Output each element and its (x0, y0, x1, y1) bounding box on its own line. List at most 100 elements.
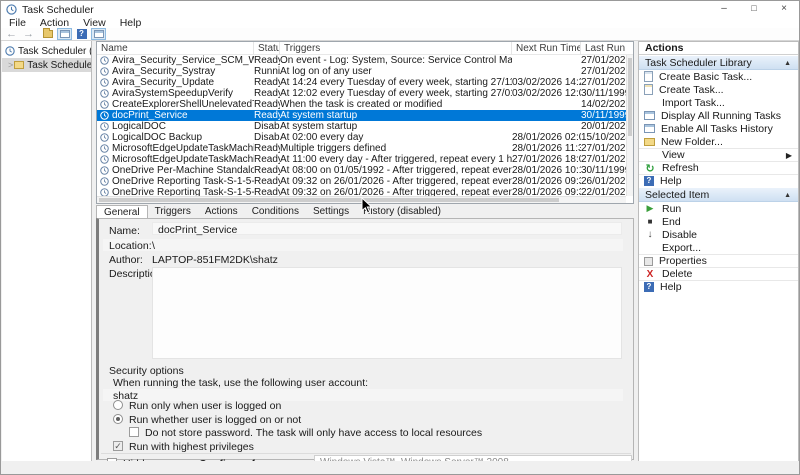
close-button[interactable]: × (769, 1, 799, 18)
action-item-create-task[interactable]: Create Task... (639, 83, 798, 96)
tab-settings[interactable]: Settings (306, 205, 356, 218)
task-last-run: 26/01/2026 16:53: (581, 176, 627, 187)
task-next-run: 28/01/2026 02:00:00 (512, 132, 581, 143)
task-row-logicaldoc-backup[interactable]: LogicalDOC Backup Disabled At 02:00 ever… (97, 132, 633, 143)
delete-icon: X (644, 269, 656, 280)
task-triggers: At system startup (280, 110, 512, 121)
actions-title: Actions (639, 42, 798, 55)
task-row-avira-security-update[interactable]: Avira_Security_Update Ready At 14:24 eve… (97, 77, 633, 88)
action-item-display-all-running-tasks[interactable]: Display All Running Tasks (639, 109, 798, 122)
vertical-scrollbar[interactable] (626, 55, 633, 196)
expander-icon[interactable]: > (8, 60, 13, 70)
task-status: Ready (254, 165, 280, 176)
detail-tabs: GeneralTriggersActionsConditionsSettings… (96, 205, 448, 218)
action-item-run[interactable]: ▶ Run (639, 202, 798, 215)
tab-general[interactable]: General (96, 205, 148, 218)
task-last-run: 30/11/1999 00:00: (581, 165, 627, 176)
collapse-icon[interactable]: ▲ (784, 56, 791, 71)
action-item-create-basic-task[interactable]: Create Basic Task... (639, 70, 798, 83)
task-row-onedrive-per-machine-standalone-update-t[interactable]: OneDrive Per-Machine Standalone Update T… (97, 165, 633, 176)
task-triggers: At 02:00 every day (280, 132, 512, 143)
help-icon: ? (644, 176, 654, 186)
task-name: Avira_Security_Service_SCM_Watchdog (112, 55, 254, 66)
task-triggers: At 11:00 every day - After triggered, re… (280, 154, 512, 165)
action-item-new-folder[interactable]: New Folder... (639, 135, 798, 148)
action-item-help[interactable]: ? Help (639, 174, 798, 187)
task-triggers: At 12:02 every Tuesday of every week, st… (280, 88, 512, 99)
column-header-last-run-time[interactable]: Last Run Time (581, 42, 627, 55)
end-icon: ■ (644, 216, 656, 227)
author-label: Author: (109, 254, 143, 266)
scrollbar-thumb[interactable] (628, 58, 632, 136)
action-item-disable[interactable]: ↓ Disable (639, 228, 798, 241)
help-button[interactable]: ? (74, 28, 89, 40)
collapse-icon[interactable]: ▲ (784, 188, 791, 203)
tab-triggers[interactable]: Triggers (148, 205, 198, 218)
task-row-createexplorershellunelevatedtask[interactable]: CreateExplorerShellUnelevatedTask Ready … (97, 99, 633, 110)
radio-run-whether-label: Run whether user is logged on or not (129, 414, 301, 426)
show-console-tree-button[interactable] (40, 28, 55, 40)
actions-section-task-scheduler-library[interactable]: Task Scheduler Library▲ (639, 55, 798, 70)
task-name: MicrosoftEdgeUpdateTaskMachineUA (112, 154, 254, 165)
tree-item-library[interactable]: > Task Scheduler Library (2, 58, 91, 72)
action-item-delete[interactable]: X Delete (639, 267, 798, 280)
mouse-cursor (361, 197, 373, 218)
action-pane-icon (94, 30, 104, 38)
action-item-import-task[interactable]: Import Task... (639, 96, 798, 109)
description-field[interactable] (152, 267, 622, 359)
task-triggers: Multiple triggers defined (280, 143, 512, 154)
actions-section-selected-item[interactable]: Selected Item▲ (639, 187, 798, 202)
column-header-triggers[interactable]: Triggers (280, 42, 512, 55)
checkbox-no-password[interactable] (129, 427, 139, 437)
scrollbar-thumb[interactable] (99, 198, 559, 202)
action-item-refresh[interactable]: ↻ Refresh (639, 161, 798, 174)
task-row-avirasystemspeedupverify[interactable]: AviraSystemSpeedupVerify Ready At 12:02 … (97, 88, 633, 99)
radio-run-only-logged-on[interactable] (113, 400, 123, 410)
tab-actions[interactable]: Actions (198, 205, 245, 218)
task-row-docprint-service[interactable]: docPrint_Service Ready At system startup… (97, 110, 633, 121)
props-icon (644, 257, 653, 266)
back-arrow-icon[interactable]: ← (6, 29, 17, 39)
task-row-microsoftedgeupdatetaskmachinecore[interactable]: MicrosoftEdgeUpdateTaskMachineCore Ready… (97, 143, 633, 154)
detail-pane: GeneralTriggersActionsConditionsSettings… (96, 205, 634, 460)
column-header-name[interactable]: Name (97, 42, 254, 55)
tree-item-root[interactable]: Task Scheduler (Local) (2, 44, 91, 58)
radio-run-only-label: Run only when user is logged on (129, 400, 281, 412)
task-name: CreateExplorerShellUnelevatedTask (112, 99, 254, 110)
forward-arrow-icon[interactable]: → (23, 29, 34, 39)
task-row-microsoftedgeupdatetaskmachineua[interactable]: MicrosoftEdgeUpdateTaskMachineUA Ready A… (97, 154, 633, 165)
task-name: AviraSystemSpeedupVerify (112, 88, 254, 99)
column-header-next-run-time[interactable]: Next Run Time (512, 42, 581, 55)
minimize-button[interactable]: – (709, 1, 739, 18)
task-last-run: 15/10/2024 08:20: (581, 132, 627, 143)
task-name: Avira_Security_Update (112, 77, 254, 88)
action-pane-button[interactable] (91, 28, 106, 40)
name-label: Name: (109, 225, 140, 237)
task-row-avira-security-service-scm-watchdog[interactable]: Avira_Security_Service_SCM_Watchdog Read… (97, 55, 633, 66)
action-item-export[interactable]: Export... (639, 241, 798, 254)
maximize-button[interactable]: □ (739, 1, 769, 18)
menu-bar: FileActionViewHelp (1, 18, 799, 28)
task-triggers: When the task is created or modified (280, 99, 512, 110)
action-item-view[interactable]: View ▶ (639, 148, 798, 161)
checkbox-highest-privileges[interactable]: ✓ (113, 441, 123, 451)
task-status: Disabled (254, 132, 280, 143)
task-last-run: 14/02/2025 15:38: (581, 99, 627, 110)
task-row-onedrive-reporting-task-s-1-5-21-1040159[interactable]: OneDrive Reporting Task-S-1-5-21-1040159… (97, 176, 633, 187)
window2-icon (644, 124, 655, 133)
action-item-properties[interactable]: Properties (639, 254, 798, 267)
task-icon (100, 155, 112, 164)
tab-conditions[interactable]: Conditions (245, 205, 306, 218)
column-header-status[interactable]: Status (254, 42, 280, 55)
radio-run-whether-logged-on[interactable] (113, 414, 123, 424)
task-last-run: 27/01/2026 11:30: (581, 143, 627, 154)
console-window-button[interactable] (57, 28, 72, 40)
name-field[interactable]: docPrint_Service (152, 222, 622, 235)
action-item-enable-all-tasks-history[interactable]: Enable All Tasks History (639, 122, 798, 135)
task-row-logicaldoc[interactable]: LogicalDOC Disabled At system startup 20… (97, 121, 633, 132)
task-row-avira-security-systray[interactable]: Avira_Security_Systray Running At log on… (97, 66, 633, 77)
task-next-run: 03/02/2026 14:24:54 (512, 77, 581, 88)
task-next-run: 28/01/2026 11:30:47 (512, 143, 581, 154)
action-item-help[interactable]: ? Help (639, 280, 798, 293)
action-item-end[interactable]: ■ End (639, 215, 798, 228)
